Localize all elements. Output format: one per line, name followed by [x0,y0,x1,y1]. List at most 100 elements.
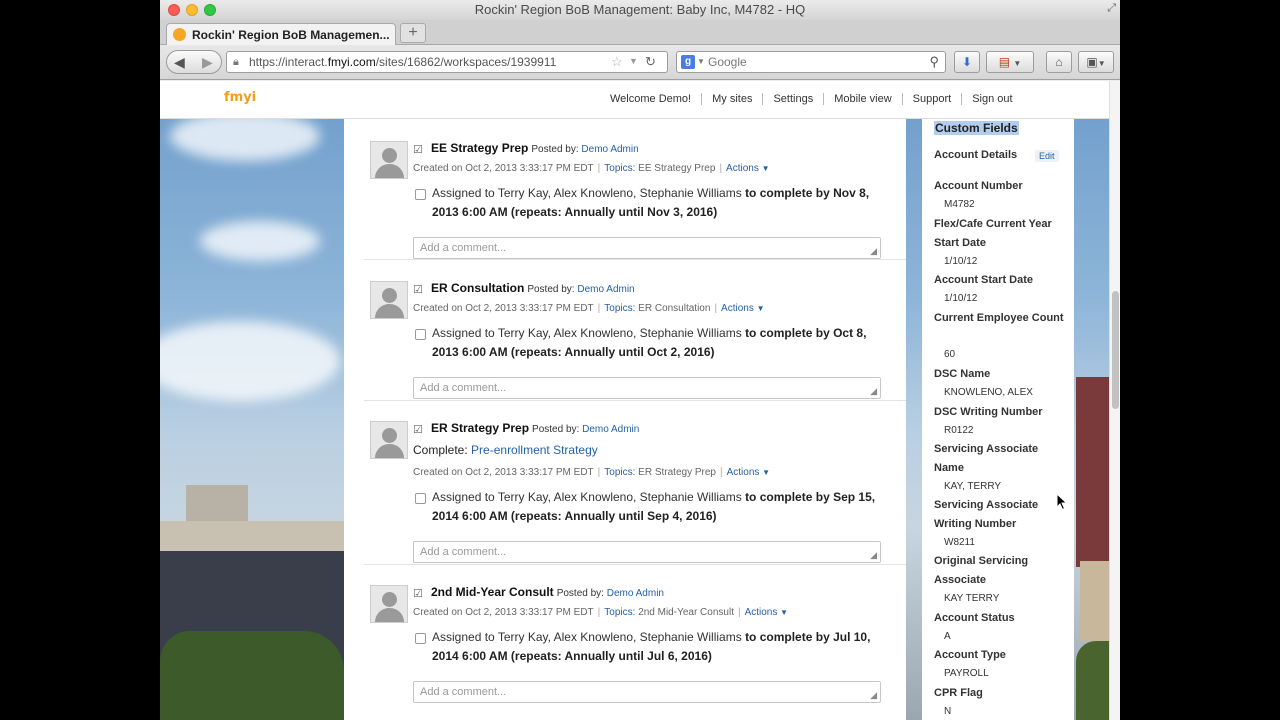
complete-checkbox[interactable] [415,329,426,340]
tab-strip: Rockin' Region BoB Managemen... + [160,20,1120,45]
chevron-down-icon[interactable]: ▼ [762,468,770,477]
assignment-text: Assigned to Terry Kay, Alex Knowleno, St… [432,630,871,663]
resize-handle-icon[interactable]: ◢ [870,550,877,561]
bookmarks-button[interactable]: ▤ ▼ [986,51,1034,73]
task-icon: ☑ [413,424,423,436]
complete-checkbox[interactable] [415,189,426,200]
comment-input[interactable]: Add a comment... ◢ [413,237,881,259]
engine-dropdown-icon[interactable]: ▼ [697,57,705,66]
field-label: Current Employee Count [934,312,1064,324]
actions-menu[interactable]: Actions [727,467,760,478]
actions-menu[interactable]: Actions [726,163,759,174]
address-bar[interactable]: 🔒︎ https://interact.fmyi.com/sites/16862… [226,51,668,73]
actions-menu[interactable]: Actions [745,607,778,618]
avatar[interactable] [370,281,408,319]
author-link[interactable]: Demo Admin [577,284,634,295]
complete-checkbox[interactable] [415,493,426,504]
page-viewport: fmyi Welcome Demo! My sites Settings Mobile… [160,81,1120,720]
avatar[interactable] [370,585,408,623]
new-tab-button[interactable]: + [400,23,426,43]
post-title-line: EE Strategy Prep Posted by: Demo Admin [431,141,639,155]
task-feed: ☑ EE Strategy Prep Posted by: Demo Admin … [344,119,906,720]
comment-input[interactable]: Add a comment... ◢ [413,377,881,399]
assignment-text: Assigned to Terry Kay, Alex Knowleno, St… [432,186,870,219]
assignment-text: Assigned to Terry Kay, Alex Knowleno, St… [432,490,876,523]
avatar[interactable] [370,141,408,179]
avatar[interactable] [370,421,408,459]
field-value: KAY TERRY [944,593,1000,604]
nav-settings[interactable]: Settings [762,93,823,105]
topics-label[interactable]: Topics: [604,467,635,478]
chevron-down-icon: ▼ [1013,59,1022,68]
nav-support[interactable]: Support [901,93,962,105]
task-icon: ☑ [413,588,423,600]
task-icon: ☑ [413,144,423,156]
browser-tab[interactable]: Rockin' Region BoB Managemen... [166,23,396,45]
comment-input[interactable]: Add a comment... ◢ [413,681,881,703]
downloads-button[interactable]: ⬇ [954,51,980,73]
nav-my-sites[interactable]: My sites [701,93,762,105]
complete-link[interactable]: Pre-enrollment Strategy [471,443,598,457]
background-building [1080,561,1109,641]
window-title: Rockin' Region BoB Management: Baby Inc,… [474,2,806,17]
reload-icon[interactable]: ↻ [645,54,656,70]
field-value: N [944,706,952,717]
post-title[interactable]: 2nd Mid-Year Consult [431,585,554,599]
posted-by-label: Posted by: [531,144,579,155]
field-label: Servicing Associate Writing Number [934,499,1039,530]
field-label: Flex/Cafe Current Year Start Date [934,218,1052,249]
back-forward-control: ◀ ▶ [166,50,222,74]
fmyi-logo[interactable]: fmyi [222,89,256,111]
scrollbar-thumb[interactable] [1112,291,1119,409]
chevron-down-icon[interactable]: ▼ [780,608,788,617]
post-meta: Created on Oct 2, 2013 3:33:17 PM EDT | To… [413,303,765,314]
custom-fields-panel: Custom Fields Account Details Edit Accou… [922,119,1074,720]
url-text[interactable]: https://interact.fmyi.com/sites/16862/wo… [249,55,556,69]
post-title[interactable]: ER Strategy Prep [431,421,529,435]
search-bar[interactable]: g ▼ Google ⚲ [676,51,946,73]
actions-menu[interactable]: Actions [721,303,754,314]
home-button[interactable]: ⌂ [1046,51,1072,73]
comment-input[interactable]: Add a comment... ◢ [413,541,881,563]
fullscreen-icon[interactable]: ⤢ [1107,2,1116,15]
nav-mobile-view[interactable]: Mobile view [823,93,901,105]
background-building [1076,377,1109,567]
addons-button[interactable]: ▣▼ [1078,51,1114,73]
topics-label[interactable]: Topics: [604,607,635,618]
created-date: Created on Oct 2, 2013 3:33:17 PM EDT [413,303,594,314]
topic-name: EE Strategy Prep [638,163,716,174]
tab-title: Rockin' Region BoB Managemen... [192,28,390,42]
back-arrow-icon[interactable]: ◀ [174,54,185,71]
favicon-icon [173,28,186,41]
author-link[interactable]: Demo Admin [607,588,664,599]
forward-arrow-icon[interactable]: ▶ [202,54,213,71]
custom-fields-heading[interactable]: Custom Fields [934,121,1019,135]
created-date: Created on Oct 2, 2013 3:33:17 PM EDT [413,163,594,174]
topics-label[interactable]: Topics: [604,163,635,174]
resize-handle-icon[interactable]: ◢ [870,386,877,397]
nav-sign-out[interactable]: Sign out [961,93,1022,105]
complete-checkbox[interactable] [415,633,426,644]
chevron-down-icon[interactable]: ▼ [757,304,765,313]
resize-handle-icon[interactable]: ◢ [870,690,877,701]
author-link[interactable]: Demo Admin [582,424,639,435]
post-divider [364,400,906,401]
search-icon[interactable]: ⚲ [929,54,939,70]
history-dropdown-icon[interactable]: ▼ [629,56,638,66]
post-title[interactable]: ER Consultation [431,281,524,295]
edit-button[interactable]: Edit [1035,150,1059,162]
post-title[interactable]: EE Strategy Prep [431,141,528,155]
field-value: R0122 [944,425,974,436]
complete-label: Complete: [413,443,468,457]
topics-label[interactable]: Topics: [604,303,635,314]
bookmark-star-icon[interactable]: ☆ [611,54,623,70]
posted-by-label: Posted by: [556,588,604,599]
field-label: DSC Writing Number [934,406,1043,418]
google-icon[interactable]: g [681,55,695,69]
topic-name: ER Consultation [638,303,711,314]
chevron-down-icon[interactable]: ▼ [762,164,770,173]
resize-handle-icon[interactable]: ◢ [870,246,877,257]
author-link[interactable]: Demo Admin [581,144,638,155]
page-scrollbar[interactable] [1109,81,1120,720]
field-label: Account Start Date [934,274,1034,286]
